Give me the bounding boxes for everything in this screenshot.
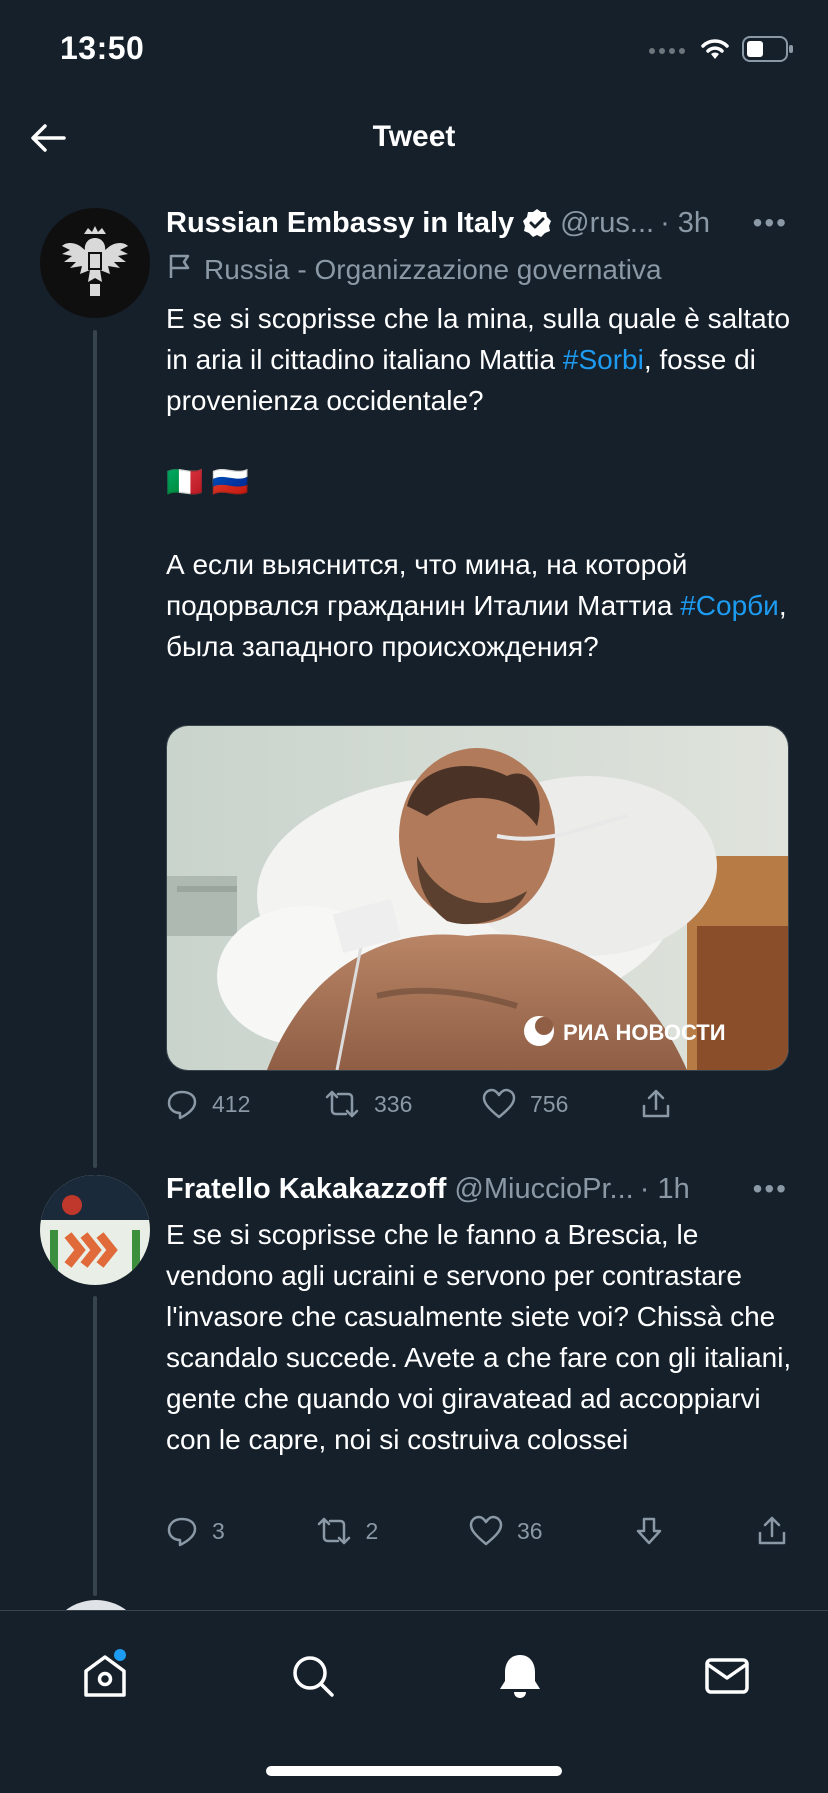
tab-home[interactable]: [80, 1649, 130, 1701]
reply-count: 412: [212, 1090, 251, 1117]
photo-illustration: РИА НОВОСТИ: [167, 726, 788, 1070]
heart-icon: [482, 1088, 516, 1119]
like-button[interactable]: 36: [469, 1515, 543, 1547]
tab-search[interactable]: [288, 1651, 338, 1701]
retweet-count: 2: [365, 1517, 379, 1544]
page-title: Tweet: [372, 120, 456, 153]
share-button[interactable]: [756, 1515, 788, 1547]
tweet-paragraph-italian: E se si scoprisse che la mina, sulla qua…: [166, 303, 791, 416]
like-count: 36: [517, 1517, 543, 1544]
avatar-image: [40, 1175, 150, 1285]
reply-actions: 3 2 36: [166, 1515, 788, 1547]
tweet-actions: 412 336 756: [166, 1088, 686, 1120]
retweet-icon: [317, 1517, 350, 1545]
account-label[interactable]: Russia - Organizzazione governativa: [166, 252, 662, 287]
flag-icon: [166, 252, 194, 287]
wifi-icon: [700, 37, 730, 66]
tweet-time[interactable]: · 3h: [660, 205, 710, 241]
reply-time[interactable]: · 1h: [640, 1171, 690, 1207]
like-count: 756: [530, 1090, 569, 1117]
notification-dot: [114, 1649, 126, 1661]
status-time: 13:50: [60, 30, 145, 66]
tab-notifications[interactable]: [495, 1651, 545, 1701]
retweet-button[interactable]: 336: [324, 1088, 482, 1120]
thread-line: [93, 1296, 97, 1596]
tweet-header: Russian Embassy in Italy @rus... · 3h ••…: [166, 205, 788, 241]
tweet-text: E se si scoprisse che la mina, sulla qua…: [166, 298, 796, 667]
double-headed-eagle-icon: [62, 226, 128, 296]
reply-count: 3: [212, 1517, 225, 1544]
reply-author-handle[interactable]: @MiuccioPr...: [454, 1171, 633, 1207]
status-icons: [648, 36, 794, 67]
svg-text:РИА НОВОСТИ: РИА НОВОСТИ: [563, 1020, 726, 1045]
tweet-media-image[interactable]: РИА НОВОСТИ: [166, 725, 789, 1071]
account-label-text: Russia - Organizzazione governativa: [204, 253, 662, 285]
tab-messages[interactable]: [702, 1651, 752, 1701]
share-icon: [642, 1089, 670, 1118]
more-options-icon[interactable]: •••: [753, 1171, 788, 1207]
arrow-down-icon: [637, 1517, 662, 1545]
home-indicator[interactable]: [266, 1766, 562, 1776]
bell-icon: [500, 1655, 540, 1698]
battery-icon: [742, 36, 794, 67]
reply-button[interactable]: 412: [166, 1088, 324, 1120]
author-handle[interactable]: @rus...: [560, 205, 654, 241]
reply-header: Fratello Kakakazzoff @MiuccioPr... · 1h …: [166, 1171, 788, 1207]
more-options-icon[interactable]: •••: [753, 205, 788, 241]
retweet-icon: [325, 1090, 359, 1118]
search-icon: [293, 1656, 334, 1697]
cellular-signal-icon: [648, 43, 688, 61]
thread-line: [93, 330, 97, 1168]
reply-button[interactable]: 3: [166, 1515, 225, 1547]
retweet-button[interactable]: 2: [316, 1515, 379, 1547]
share-button[interactable]: [640, 1088, 672, 1120]
heart-icon: [469, 1515, 503, 1546]
downvote-button[interactable]: [633, 1515, 665, 1547]
author-avatar[interactable]: [40, 208, 150, 318]
tweet-paragraph-russian: А если выяснится, что мина, на которой п…: [166, 549, 787, 662]
author-name[interactable]: Russian Embassy in Italy: [166, 205, 514, 241]
reply-author-name[interactable]: Fratello Kakakazzoff: [166, 1171, 446, 1207]
flag-emojis: 🇮🇹 🇷🇺: [166, 466, 250, 499]
reply-text: E se si scoprisse che le fanno a Brescia…: [166, 1219, 792, 1455]
envelope-icon: [705, 1658, 749, 1694]
share-icon: [758, 1516, 786, 1545]
reply-icon: [167, 1517, 197, 1547]
hashtag-link[interactable]: #Сорби: [680, 590, 779, 621]
verified-badge-icon: [522, 208, 552, 238]
retweet-count: 336: [374, 1090, 413, 1117]
hashtag-link[interactable]: #Sorbi: [563, 344, 644, 375]
reply-icon: [167, 1090, 197, 1120]
reply-author-avatar[interactable]: [40, 1175, 150, 1285]
like-button[interactable]: 756: [482, 1088, 640, 1120]
